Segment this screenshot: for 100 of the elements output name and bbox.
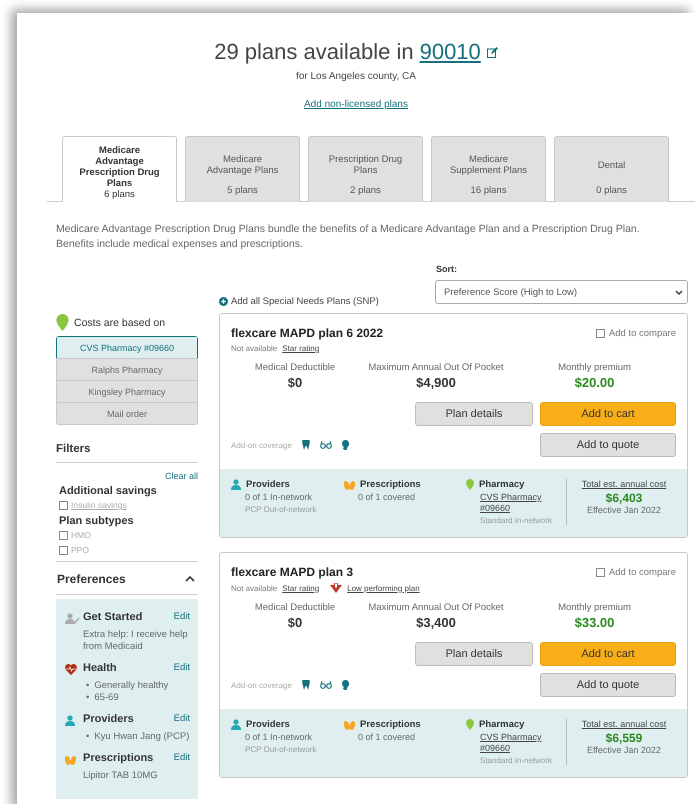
plan-tab[interactable]: Prescription Drug Plans 2 plans (308, 136, 423, 202)
person-edit-icon (65, 613, 80, 624)
sort-label: Sort: (436, 264, 458, 274)
page-title: 29 plans available in (214, 39, 414, 65)
premium-label: Monthly premium (557, 602, 632, 613)
preference-item: Kyu Hwan Jang (PCP) (94, 731, 190, 743)
county-text: for Los Angeles county, CA (296, 71, 416, 82)
compare-label: Add to compare (608, 328, 676, 338)
filter-group-heading: Additional savings (59, 485, 158, 497)
pills-icon (65, 755, 76, 765)
compare-checkbox[interactable] (596, 568, 605, 576)
premium-value: $33.00 (574, 615, 616, 630)
star-rating-link[interactable]: Star rating (282, 584, 320, 592)
person-icon (231, 479, 241, 490)
preference-title: Prescriptions (83, 752, 154, 764)
low-performing-link[interactable]: Low performing plan (347, 584, 420, 592)
person-icon (65, 715, 75, 726)
add-to-cart-button[interactable]: Add to cart (540, 642, 676, 666)
prescriptions-count: 0 of 1 covered (358, 732, 416, 743)
pharmacy-note: Standard In-network (480, 516, 554, 525)
bullet-mark: • (86, 680, 90, 692)
add-to-quote-button[interactable]: Add to quote (540, 433, 676, 457)
total-cost-link[interactable]: Total est. annual cost (582, 479, 666, 489)
pharmacy-option[interactable]: CVS Pharmacy #09660 (56, 336, 198, 359)
plan-details-button[interactable]: Plan details (415, 642, 533, 666)
total-cost-link[interactable]: Total est. annual cost (582, 719, 666, 729)
prescriptions-heading: Prescriptions (360, 479, 421, 490)
zip-link[interactable]: 90010 (420, 39, 481, 65)
glasses-icon (320, 441, 332, 449)
pharmacy-option[interactable]: Ralphs Pharmacy (56, 358, 198, 381)
pharmacy-option[interactable]: Mail order (56, 402, 198, 425)
snp-link[interactable]: Add all Special Needs Plans (SNP) (231, 296, 379, 307)
edit-link[interactable]: Edit (174, 611, 190, 622)
caret-icon[interactable] (185, 576, 195, 582)
filter-checkbox[interactable] (59, 546, 68, 554)
edit-icon[interactable] (486, 46, 498, 58)
stat-value: $3,400 (415, 615, 457, 630)
non-licensed-link[interactable]: Add non-licensed plans (304, 99, 408, 110)
addon-label: Add-on coverage (231, 440, 292, 450)
pharmacy-option[interactable]: Kingsley Pharmacy (56, 380, 198, 403)
preference-text: Extra help: I receive help from Medicaid (83, 629, 189, 653)
stat-value: $0 (286, 375, 304, 390)
pills-icon (344, 720, 355, 730)
map-pin-icon (56, 314, 69, 331)
providers-count: 0 of 1 In-network (245, 732, 314, 743)
person-icon (231, 719, 241, 730)
total-cost-value: $6,403 (606, 491, 642, 505)
bullet-mark: • (86, 692, 90, 704)
premium-label: Monthly premium (557, 362, 632, 373)
preferences-heading: Preferences (57, 572, 126, 586)
plan-tab[interactable]: Dental 0 plans (554, 136, 669, 202)
effective-date: Effective Jan 2022 (587, 505, 661, 515)
providers-heading: Providers (246, 719, 290, 730)
addon-label: Add-on coverage (231, 680, 292, 690)
edit-link[interactable]: Edit (174, 662, 190, 673)
preference-title: Providers (83, 713, 135, 725)
plan-tab[interactable]: Medicare Supplement Plans 16 plans (431, 136, 546, 202)
plan-details-button[interactable]: Plan details (415, 402, 533, 426)
filters-heading: Filters (56, 443, 198, 463)
clear-all-link[interactable]: Clear all (56, 471, 198, 481)
providers-heading: Providers (246, 479, 290, 490)
pharmacy-link[interactable]: CVS Pharmacy #09660 (480, 492, 566, 514)
effective-date: Effective Jan 2022 (587, 745, 661, 755)
plus-circle-icon (219, 297, 228, 306)
stat-label: Medical Deductible (254, 362, 336, 373)
preference-title: Health (83, 662, 118, 674)
stat-label: Maximum Annual Out Of Pocket (367, 362, 505, 373)
sort-dropdown[interactable]: Preference Score (High to Low) (435, 280, 688, 304)
filter-checkbox[interactable] (59, 530, 68, 540)
filter-group-heading: Plan subtypes (59, 515, 135, 527)
plan-tab[interactable]: Medicare Advantage Prescription Drug Plans 6 plans (62, 136, 177, 202)
costs-heading: Costs are based on (74, 316, 166, 328)
preference-title: Get Started (83, 611, 144, 623)
add-to-cart-button[interactable]: Add to cart (540, 402, 676, 426)
preference-item: Generally healthy (94, 680, 168, 692)
edit-link[interactable]: Edit (174, 713, 190, 724)
prescriptions-heading: Prescriptions (360, 719, 421, 730)
compare-checkbox[interactable] (596, 328, 605, 338)
plan-name: flexcare MAPD plan 6 2022 (231, 326, 384, 340)
star-status: Not available (231, 584, 278, 592)
chevron-icon (675, 290, 683, 294)
plan-tab[interactable]: Medicare Advantage Plans 5 plans (185, 136, 300, 202)
bullet-mark: • (86, 731, 90, 743)
stat-label: Maximum Annual Out Of Pocket (367, 602, 505, 613)
filter-checkbox[interactable] (59, 500, 68, 510)
description-text: Medicare Advantage Prescription Drug Plans bundle the benefits of a Medicare Advantage Plan and a Prescription Drug Plan. Benefits include medical expenses and prescriptions. (56, 222, 641, 252)
low-performing-icon (330, 583, 342, 593)
providers-note: PCP Out-of-network (245, 505, 318, 514)
plan-name: flexcare MAPD plan 3 (231, 565, 354, 579)
map-pin-icon (466, 479, 474, 490)
star-rating-link[interactable]: Star rating (282, 344, 320, 353)
pharmacy-link[interactable]: CVS Pharmacy #09660 (480, 732, 566, 754)
total-cost-value: $6,559 (606, 731, 642, 745)
pharmacy-heading: Pharmacy (479, 719, 524, 730)
providers-count: 0 of 1 In-network (245, 492, 314, 503)
tooth-icon (302, 440, 310, 450)
premium-value: $20.00 (574, 375, 616, 390)
pharmacy-heading: Pharmacy (479, 479, 524, 490)
edit-link[interactable]: Edit (174, 752, 190, 763)
add-to-quote-button[interactable]: Add to quote (540, 673, 676, 697)
